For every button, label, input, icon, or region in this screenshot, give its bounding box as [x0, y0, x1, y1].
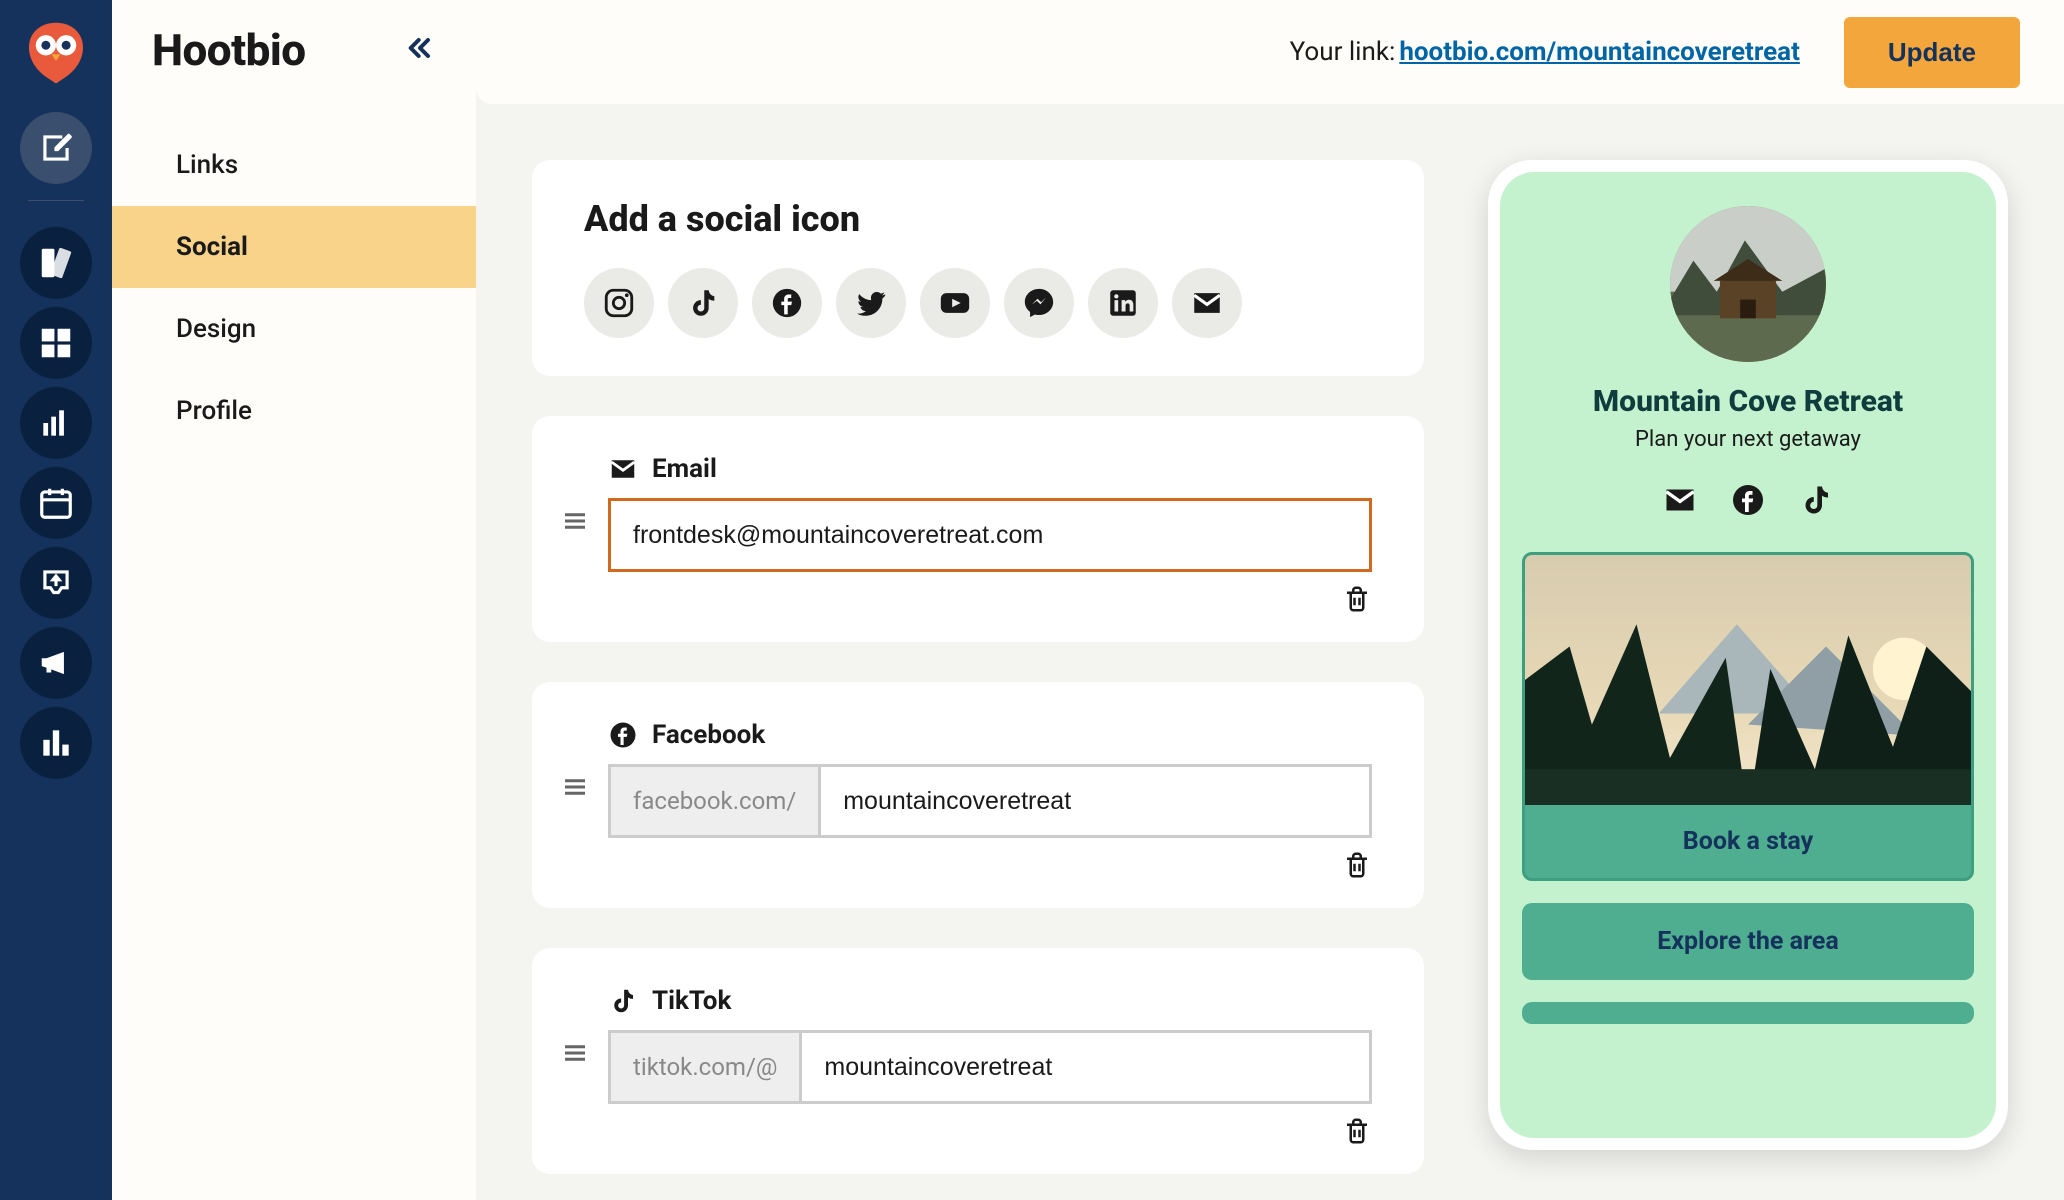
- nav-grid[interactable]: [20, 307, 92, 379]
- brand-logo-owl: [20, 16, 92, 88]
- add-email-button[interactable]: [1172, 268, 1242, 338]
- nav-analytics-mini[interactable]: [20, 387, 92, 459]
- facebook-icon: [608, 720, 638, 750]
- facebook-input-wrap: facebook.com/: [608, 764, 1372, 838]
- facebook-icon[interactable]: [1730, 482, 1766, 518]
- trash-icon: [1342, 584, 1372, 614]
- entry-facebook: Facebook facebook.com/: [532, 682, 1424, 908]
- sidebar-item-profile[interactable]: Profile: [112, 370, 476, 452]
- preview-link-label: Book a stay: [1525, 805, 1971, 878]
- twitter-icon: [854, 286, 888, 320]
- linkedin-icon: [1106, 286, 1140, 320]
- your-link-url[interactable]: hootbio.com/mountaincoveretreat: [1399, 37, 1800, 67]
- preview-subtitle: Plan your next getaway: [1635, 427, 1861, 452]
- collapse-sidebar-button[interactable]: [404, 32, 436, 68]
- email-icon[interactable]: [1662, 482, 1698, 518]
- editor-column: Add a social icon: [532, 160, 1432, 1200]
- sidebar-item-design[interactable]: Design: [112, 288, 476, 370]
- entry-label-tiktok: TikTok: [608, 986, 1372, 1016]
- preview-link-label: Explore the area: [1657, 927, 1839, 956]
- nav-chart[interactable]: [20, 707, 92, 779]
- preview-link-book[interactable]: Book a stay: [1522, 552, 1974, 881]
- tiktok-icon: [608, 986, 638, 1016]
- email-input[interactable]: [611, 501, 1369, 569]
- app-title: Hootbio: [152, 24, 306, 76]
- tiktok-icon[interactable]: [1798, 482, 1834, 518]
- phone-frame: Mountain Cove Retreat Plan your next get…: [1488, 160, 2008, 1150]
- entry-label-email: Email: [608, 454, 1372, 484]
- main: Your link: hootbio.com/mountaincoveretre…: [476, 0, 2064, 1200]
- add-linkedin-button[interactable]: [1088, 268, 1158, 338]
- add-messenger-button[interactable]: [1004, 268, 1074, 338]
- email-icon: [608, 454, 638, 484]
- sidebar-menu: Links Social Design Profile: [112, 124, 476, 452]
- nav-rail: [0, 0, 112, 1200]
- add-instagram-button[interactable]: [584, 268, 654, 338]
- phone-screen[interactable]: Mountain Cove Retreat Plan your next get…: [1500, 172, 1996, 1138]
- delete-email-button[interactable]: [1342, 584, 1372, 618]
- social-icon-row: [584, 268, 1372, 338]
- preview-hero-image: [1525, 555, 1971, 805]
- preview-link-partial[interactable]: [1522, 1002, 1974, 1024]
- nav-compose[interactable]: [20, 112, 92, 184]
- facebook-icon: [770, 286, 804, 320]
- drag-icon: [560, 1038, 590, 1068]
- drag-icon: [560, 772, 590, 802]
- email-icon: [1190, 286, 1224, 320]
- nav-inbox[interactable]: [20, 547, 92, 619]
- content: Add a social icon: [476, 104, 2064, 1200]
- entry-label-facebook: Facebook: [608, 720, 1372, 750]
- add-social-heading: Add a social icon: [584, 198, 1372, 240]
- tiktok-input[interactable]: [802, 1033, 1369, 1101]
- preview-social-icons: [1662, 482, 1834, 518]
- update-button[interactable]: Update: [1844, 17, 2020, 88]
- add-tiktok-button[interactable]: [668, 268, 738, 338]
- youtube-icon: [938, 286, 972, 320]
- email-input-wrap: [608, 498, 1372, 572]
- topbar: Your link: hootbio.com/mountaincoveretre…: [476, 0, 2064, 104]
- drag-icon: [560, 506, 590, 536]
- your-link: Your link: hootbio.com/mountaincoveretre…: [1290, 37, 1800, 67]
- sidebar-item-social[interactable]: Social: [112, 206, 476, 288]
- chevrons-left-icon: [404, 32, 436, 64]
- messenger-icon: [1022, 286, 1056, 320]
- drag-handle[interactable]: [560, 454, 590, 540]
- preview-title: Mountain Cove Retreat: [1593, 384, 1903, 419]
- preview-column: Mountain Cove Retreat Plan your next get…: [1488, 160, 2008, 1200]
- entry-network-name: TikTok: [652, 986, 731, 1016]
- trash-icon: [1342, 1116, 1372, 1146]
- entry-network-name: Email: [652, 454, 717, 484]
- entry-tiktok: TikTok tiktok.com/@: [532, 948, 1424, 1174]
- add-twitter-button[interactable]: [836, 268, 906, 338]
- drag-handle[interactable]: [560, 986, 590, 1072]
- drag-handle[interactable]: [560, 720, 590, 806]
- add-facebook-button[interactable]: [752, 268, 822, 338]
- tiktok-prefix: tiktok.com/@: [611, 1033, 802, 1101]
- preview-avatar: [1670, 206, 1826, 362]
- entry-email: Email: [532, 416, 1424, 642]
- nav-megaphone[interactable]: [20, 627, 92, 699]
- nav-divider: [28, 200, 84, 201]
- sidebar-item-links[interactable]: Links: [112, 124, 476, 206]
- facebook-prefix: facebook.com/: [611, 767, 821, 835]
- trash-icon: [1342, 850, 1372, 880]
- add-social-card: Add a social icon: [532, 160, 1424, 376]
- nav-calendar[interactable]: [20, 467, 92, 539]
- preview-link-explore[interactable]: Explore the area: [1522, 903, 1974, 980]
- facebook-input[interactable]: [821, 767, 1369, 835]
- your-link-label: Your link:: [1290, 37, 1396, 67]
- delete-facebook-button[interactable]: [1342, 850, 1372, 884]
- tiktok-input-wrap: tiktok.com/@: [608, 1030, 1372, 1104]
- entry-network-name: Facebook: [652, 720, 765, 750]
- sidebar: Hootbio Links Social Design Profile: [112, 0, 476, 1200]
- instagram-icon: [602, 286, 636, 320]
- add-youtube-button[interactable]: [920, 268, 990, 338]
- nav-swatches[interactable]: [20, 227, 92, 299]
- tiktok-icon: [686, 286, 720, 320]
- delete-tiktok-button[interactable]: [1342, 1116, 1372, 1150]
